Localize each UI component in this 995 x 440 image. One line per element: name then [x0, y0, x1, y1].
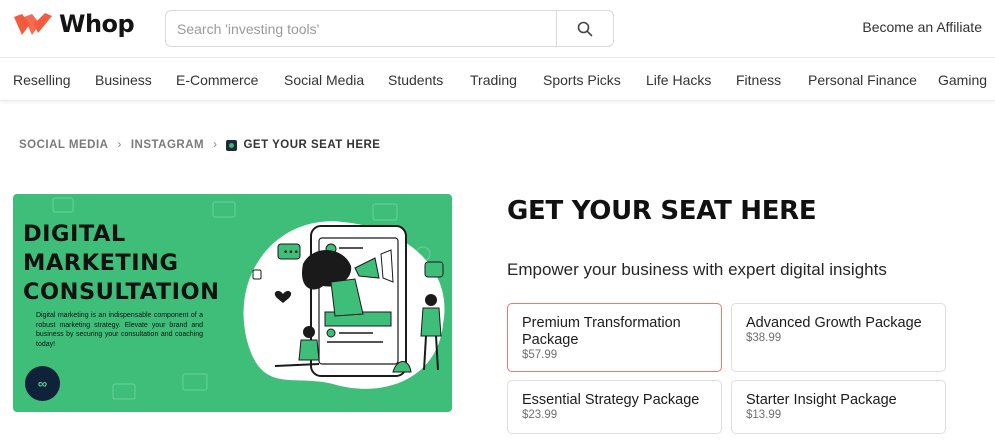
category-fitness[interactable]: Fitness: [736, 72, 781, 88]
product-banner-image[interactable]: ••• DIGITAL MARKETING CONSULTATION Digit…: [13, 194, 452, 412]
package-price: $23.99: [522, 409, 558, 421]
package-option-advanced-growth[interactable]: Advanced Growth Package $38.99: [731, 303, 946, 372]
whop-logo[interactable]: Whop: [13, 10, 135, 38]
search-bar: [165, 10, 614, 47]
banner-title-line: DIGITAL: [23, 221, 126, 247]
product-title: GET YOUR SEAT HERE: [507, 196, 817, 226]
package-name: Essential Strategy Package: [522, 392, 700, 408]
package-option-premium-transformation[interactable]: Premium Transformation Package $57.99: [507, 303, 722, 372]
banner-description: Digital marketing is an indispensable co…: [36, 312, 203, 348]
category-students[interactable]: Students: [388, 72, 443, 88]
search-icon: [577, 21, 593, 36]
search-button[interactable]: [556, 11, 613, 46]
category-nav: Reselling Business E-Commerce Social Med…: [0, 59, 995, 101]
category-business[interactable]: Business: [95, 72, 152, 88]
category-trading[interactable]: Trading: [470, 72, 517, 88]
package-option-essential-strategy[interactable]: Essential Strategy Package $23.99: [507, 380, 722, 434]
category-e-commerce[interactable]: E-Commerce: [176, 72, 258, 88]
breadcrumb-instagram[interactable]: INSTAGRAM: [131, 139, 204, 151]
breadcrumb: SOCIAL MEDIA › INSTAGRAM › GET YOUR SEAT…: [19, 139, 380, 151]
brand-name: Whop: [59, 10, 135, 38]
package-name: Advanced Growth Package: [746, 315, 922, 331]
top-header: Whop Become an Affiliate: [0, 0, 995, 58]
package-name: Starter Insight Package: [746, 392, 897, 408]
breadcrumb-current-label: GET YOUR SEAT HERE: [243, 139, 381, 151]
category-reselling[interactable]: Reselling: [13, 72, 71, 88]
package-price: $13.99: [746, 409, 782, 421]
package-option-starter-insight[interactable]: Starter Insight Package $13.99: [731, 380, 946, 434]
category-social-media[interactable]: Social Media: [284, 72, 364, 88]
banner-title-line: CONSULTATION: [23, 279, 220, 305]
chevron-right-icon: ›: [213, 139, 218, 151]
breadcrumb-current: GET YOUR SEAT HERE: [226, 139, 380, 151]
category-life-hacks[interactable]: Life Hacks: [646, 72, 711, 88]
become-affiliate-link[interactable]: Become an Affiliate: [862, 19, 982, 35]
chevron-right-icon: ›: [117, 139, 122, 151]
search-input[interactable]: [166, 11, 556, 46]
whop-logo-icon: [14, 13, 52, 35]
category-sports-picks[interactable]: Sports Picks: [543, 72, 621, 88]
banner-title: DIGITAL MARKETING CONSULTATION: [23, 220, 220, 307]
category-personal-finance[interactable]: Personal Finance: [808, 72, 917, 88]
product-thumbnail-icon: [226, 139, 238, 151]
svg-text:•••: •••: [283, 248, 299, 258]
category-gaming[interactable]: Gaming: [938, 72, 987, 88]
breadcrumb-social-media[interactable]: SOCIAL MEDIA: [19, 139, 109, 151]
package-price: $38.99: [746, 332, 782, 344]
package-name: Premium Transformation Package: [522, 315, 681, 348]
consultant-logo-icon: ∞: [25, 366, 60, 401]
package-price: $57.99: [522, 349, 558, 361]
banner-title-line: MARKETING: [23, 250, 179, 276]
product-tagline: Empower your business with expert digita…: [507, 260, 887, 279]
